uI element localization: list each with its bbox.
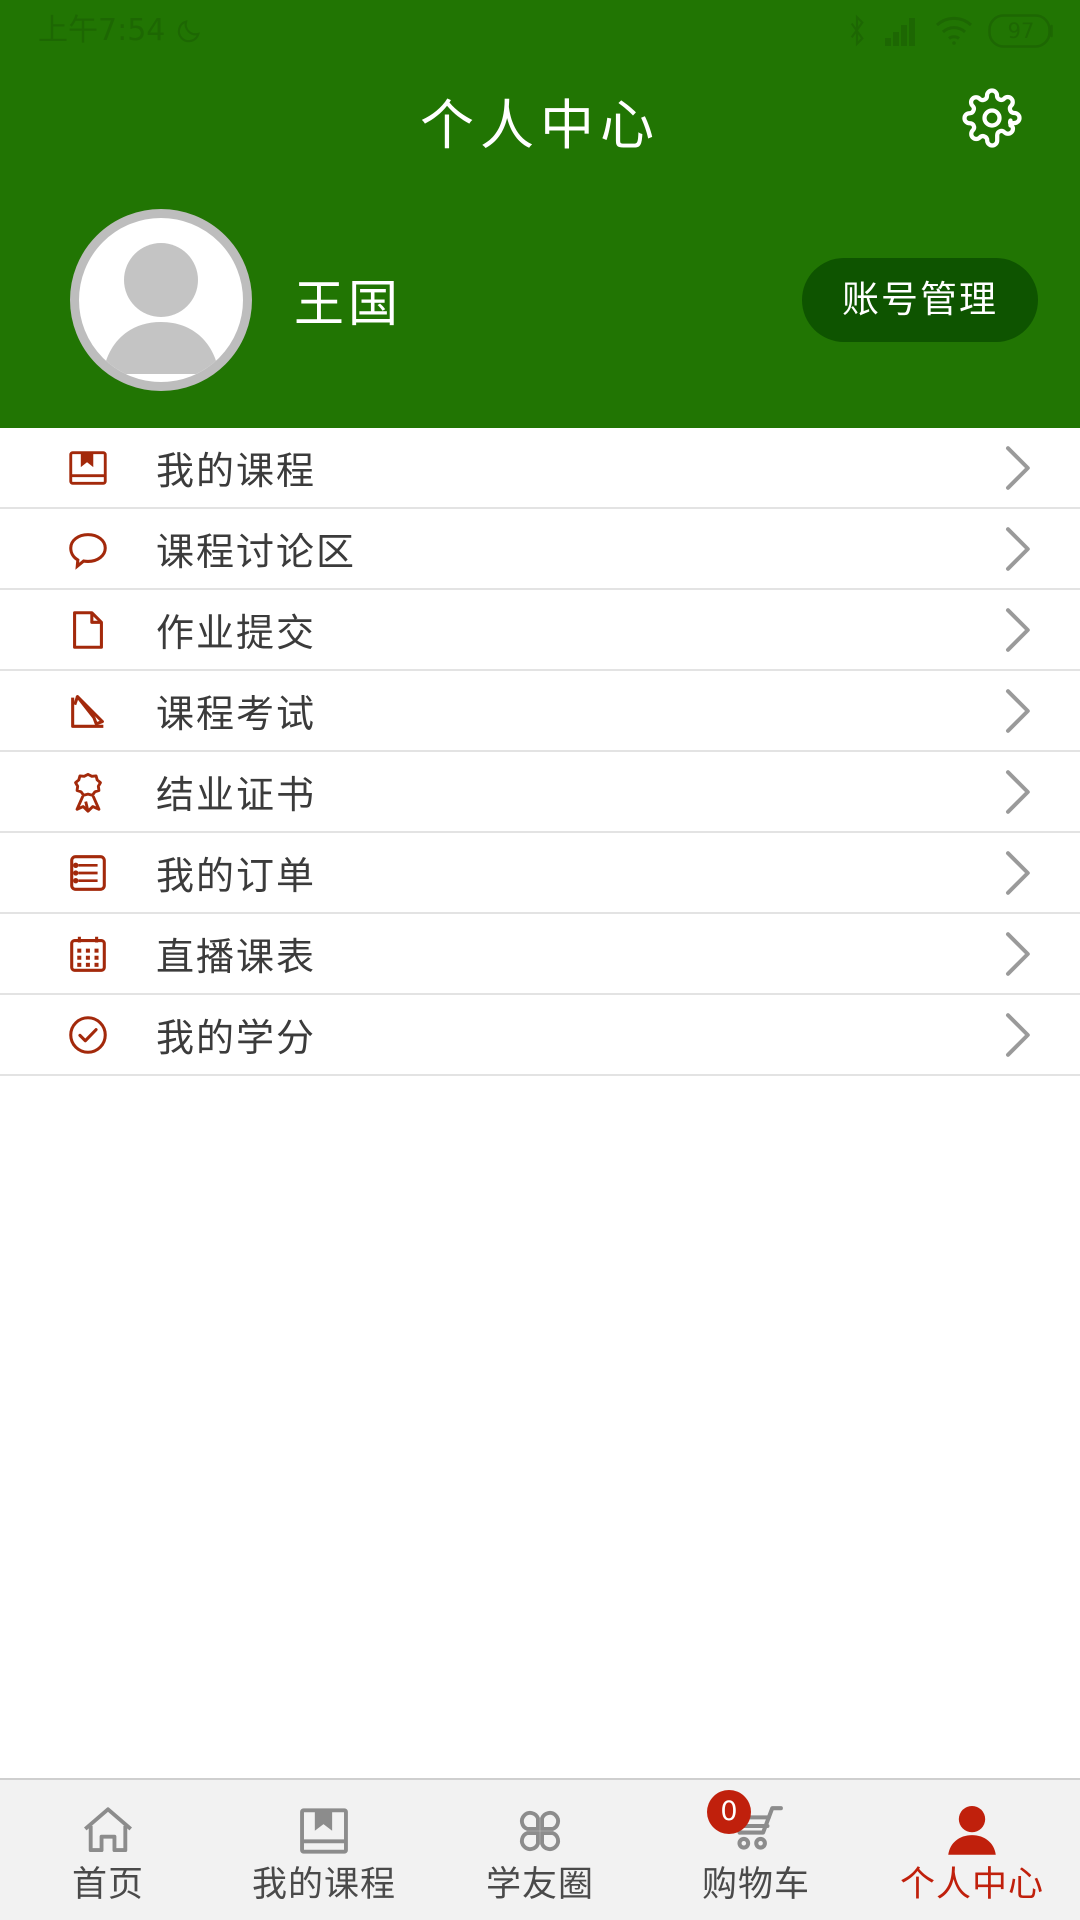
chevron-right-icon bbox=[998, 1008, 1036, 1062]
moon-icon bbox=[175, 17, 203, 45]
document-icon bbox=[64, 606, 112, 654]
tab-study-circle[interactable]: 学友圈 bbox=[432, 1780, 648, 1920]
bluetooth-icon bbox=[844, 14, 870, 48]
list-icon bbox=[64, 849, 112, 897]
home-icon bbox=[77, 1798, 139, 1862]
menu-item-label: 作业提交 bbox=[156, 611, 317, 655]
title-bar: 个人中心 bbox=[0, 62, 1080, 178]
status-time: 上午7:54 bbox=[38, 13, 166, 48]
header-panel: 上午7:54 97 个人中心 王国 账号管理 bbox=[0, 0, 1080, 428]
signal-icon bbox=[884, 16, 920, 46]
username: 王国 bbox=[294, 275, 402, 333]
chevron-right-icon bbox=[998, 522, 1036, 576]
settings-button[interactable] bbox=[956, 84, 1028, 156]
app-root: 上午7:54 97 个人中心 王国 账号管理 我的课程 课程讨论区 作业提交 课… bbox=[0, 0, 1080, 1920]
menu-list: 我的课程 课程讨论区 作业提交 课程考试 结业证书 我的订单 直播课表 我的学分 bbox=[0, 428, 1080, 1778]
bottom-tab-bar: 首页 我的课程 学友圈 0 购物车 个人中心 bbox=[0, 1778, 1080, 1920]
chevron-right-icon bbox=[998, 441, 1036, 495]
wifi-icon bbox=[934, 16, 974, 46]
avatar[interactable] bbox=[70, 209, 252, 391]
tab-label: 购物车 bbox=[701, 1864, 810, 1905]
profile-row: 王国 账号管理 bbox=[0, 200, 1080, 400]
chevron-right-icon bbox=[998, 684, 1036, 738]
tab-home[interactable]: 首页 bbox=[0, 1780, 216, 1920]
menu-item-label: 结业证书 bbox=[156, 773, 317, 817]
battery-icon: 97 bbox=[988, 14, 1054, 48]
book-icon bbox=[293, 1798, 355, 1862]
chevron-right-icon bbox=[998, 603, 1036, 657]
tab-personal-center[interactable]: 个人中心 bbox=[864, 1780, 1080, 1920]
menu-item-my-courses[interactable]: 我的课程 bbox=[0, 428, 1080, 509]
tab-label: 我的课程 bbox=[251, 1864, 396, 1905]
default-user-avatar-icon bbox=[103, 243, 219, 374]
check-circle-icon bbox=[64, 1011, 112, 1059]
chat-bubble-icon bbox=[64, 525, 112, 573]
menu-item-label: 课程讨论区 bbox=[156, 530, 357, 574]
menu-item-live-schedule[interactable]: 直播课表 bbox=[0, 914, 1080, 995]
battery-level: 97 bbox=[1007, 18, 1035, 43]
page-title: 个人中心 bbox=[420, 93, 660, 157]
account-management-button[interactable]: 账号管理 bbox=[802, 258, 1038, 342]
tab-label: 个人中心 bbox=[899, 1864, 1044, 1905]
status-bar-left: 上午7:54 bbox=[38, 16, 203, 46]
menu-item-course-exam[interactable]: 课程考试 bbox=[0, 671, 1080, 752]
menu-item-homework-submission[interactable]: 作业提交 bbox=[0, 590, 1080, 671]
gear-icon bbox=[962, 88, 1022, 152]
menu-item-label: 课程考试 bbox=[156, 692, 317, 736]
calendar-icon bbox=[64, 930, 112, 978]
menu-item-my-orders[interactable]: 我的订单 bbox=[0, 833, 1080, 914]
menu-item-course-discussion[interactable]: 课程讨论区 bbox=[0, 509, 1080, 590]
tab-shopping-cart[interactable]: 0 购物车 bbox=[648, 1780, 864, 1920]
tab-label: 首页 bbox=[71, 1864, 144, 1905]
menu-item-label: 我的学分 bbox=[156, 1016, 317, 1060]
chevron-right-icon bbox=[998, 765, 1036, 819]
status-bar: 上午7:54 97 bbox=[0, 0, 1080, 62]
tab-my-courses[interactable]: 我的课程 bbox=[216, 1780, 432, 1920]
menu-item-certificate[interactable]: 结业证书 bbox=[0, 752, 1080, 833]
menu-item-label: 直播课表 bbox=[156, 935, 317, 979]
menu-item-label: 我的课程 bbox=[156, 449, 317, 493]
cart-badge: 0 bbox=[707, 1789, 751, 1834]
book-icon bbox=[64, 444, 112, 492]
clover-group-icon bbox=[509, 1798, 571, 1862]
tab-label: 学友圈 bbox=[485, 1864, 594, 1905]
menu-item-my-credits[interactable]: 我的学分 bbox=[0, 995, 1080, 1076]
menu-item-label: 我的订单 bbox=[156, 854, 317, 898]
chevron-right-icon bbox=[998, 927, 1036, 981]
status-bar-right: 97 bbox=[844, 14, 1054, 48]
person-icon bbox=[941, 1798, 1003, 1862]
award-ribbon-icon bbox=[64, 768, 112, 816]
pencil-icon bbox=[64, 687, 112, 735]
chevron-right-icon bbox=[998, 846, 1036, 900]
shopping-cart-icon: 0 bbox=[707, 1789, 789, 1862]
